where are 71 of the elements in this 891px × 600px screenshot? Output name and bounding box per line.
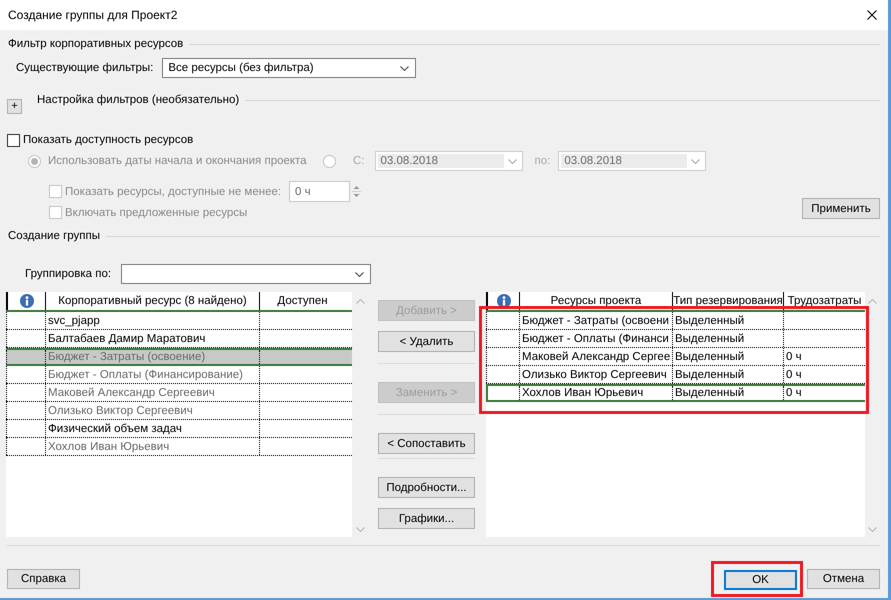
checkbox-label: Показать ресурсы, доступные не менее: xyxy=(65,186,282,198)
chevron-down-icon xyxy=(400,66,410,70)
table-cell: Балтабаев Дамир Маратович xyxy=(45,330,259,347)
chevron-down-icon xyxy=(508,158,516,164)
section-title: Настройка фильтров (необязательно) xyxy=(36,94,240,106)
close-icon[interactable] xyxy=(867,10,877,20)
column-header: Корпоративный ресурс (8 найдено) xyxy=(45,292,259,310)
chevron-down-icon[interactable] xyxy=(356,527,364,532)
column-header: Трудозатраты xyxy=(783,292,865,310)
table-row[interactable]: Олизько Виктор Сергеевич xyxy=(6,402,352,420)
table-cell: Хохлов Иван Юрьевич xyxy=(519,386,672,400)
action-button[interactable]: < Удалить xyxy=(378,331,475,352)
expand-button[interactable]: + xyxy=(7,99,22,114)
radio-label: Использовать даты начала и окончания проекта xyxy=(48,155,307,167)
column-header: Доступен xyxy=(259,292,345,310)
action-button[interactable]: Графики... xyxy=(378,508,475,529)
dialog-button[interactable]: OK xyxy=(724,570,797,590)
table-cell: Хохлов Иван Юрьевич xyxy=(45,438,259,455)
chevron-down-icon xyxy=(355,272,364,276)
table-cell: 0 ч xyxy=(783,366,865,383)
column-header: Тип резервирования xyxy=(672,292,783,310)
group-by-dropdown[interactable] xyxy=(121,264,372,284)
table-cell: Физический объем задач xyxy=(45,420,259,437)
table-cell: Выделенный xyxy=(672,348,783,365)
table-row[interactable]: svc_pjapp xyxy=(6,312,352,330)
checkbox-label: Показать доступность ресурсов xyxy=(23,134,194,146)
action-button[interactable]: < Сопоставить xyxy=(378,433,475,454)
table-cell: Олизько Виктор Сергеевич xyxy=(519,366,672,383)
table-cell: Олизько Виктор Сергеевич xyxy=(45,402,259,419)
table-cell: Выделенный xyxy=(672,366,783,383)
field-label: по: xyxy=(534,155,550,167)
checkbox[interactable] xyxy=(7,134,20,146)
column-header: Ресурсы проекта xyxy=(519,292,672,310)
table-cell: Бюджет - Оплаты (Финансирование) xyxy=(45,366,259,383)
table-cell: Бюджет - Затраты (освоени xyxy=(519,312,672,329)
window-title: Создание группы для Проект2 xyxy=(8,8,178,22)
field-label: Группировка по: xyxy=(25,268,112,280)
spinner-icon[interactable] xyxy=(352,183,361,200)
chevron-down-icon xyxy=(691,158,700,164)
table-cell: Бюджет - Затраты (освоение) xyxy=(45,350,259,364)
table-cell: Выделенный xyxy=(672,330,783,347)
dialog-button[interactable]: Отмена xyxy=(807,569,880,589)
table-row[interactable]: Хохлов Иван Юрьевич xyxy=(6,438,352,456)
filter-dropdown[interactable]: Все ресурсы (без фильтра) xyxy=(162,58,416,78)
table-row[interactable]: Бюджет - Оплаты (Финанси Выделенный xyxy=(486,330,865,348)
field-label: С: xyxy=(353,155,364,167)
table-row[interactable]: Маковей Александр Сергеевич xyxy=(6,384,352,402)
apply-button[interactable]: Применить xyxy=(802,198,880,219)
action-button[interactable]: Подробности... xyxy=(378,477,475,498)
section-title: Фильтр корпоративных ресурсов xyxy=(7,38,184,50)
table-cell: Выделенный xyxy=(672,386,783,400)
checkbox-label: Включать предложенные ресурсы xyxy=(65,206,248,218)
chevron-down-icon[interactable] xyxy=(868,527,877,532)
table-cell: Маковей Александр Сергеевич xyxy=(45,384,259,401)
table-row[interactable]: Олизько Виктор Сергеевич Выделенный 0 ч xyxy=(486,366,865,384)
chevron-up-icon[interactable] xyxy=(868,299,877,304)
table-row[interactable]: Маковей Александр Сергее Выделенный 0 ч xyxy=(486,348,865,366)
table-cell: Бюджет - Оплаты (Финанси xyxy=(519,330,672,347)
table-cell: Выделенный xyxy=(672,312,783,329)
table-row[interactable]: Хохлов Иван Юрьевич Выделенный 0 ч xyxy=(486,384,865,402)
table-cell: Маковей Александр Сергее xyxy=(519,348,672,365)
field-label: Существующие фильтры: xyxy=(16,62,154,74)
table-cell: 0 ч xyxy=(783,386,865,400)
section-title: Создание группы xyxy=(7,230,100,242)
table-row[interactable]: Физический объем задач xyxy=(6,420,352,438)
table-row[interactable]: Бюджет - Затраты (освоени Выделенный xyxy=(486,312,865,330)
help-button[interactable]: Справка xyxy=(7,569,80,589)
table-cell: svc_pjapp xyxy=(45,312,259,329)
chevron-up-icon[interactable] xyxy=(356,299,364,304)
table-cell: 0 ч xyxy=(783,348,865,365)
table-row[interactable]: Бюджет - Оплаты (Финансирование) xyxy=(6,366,352,384)
